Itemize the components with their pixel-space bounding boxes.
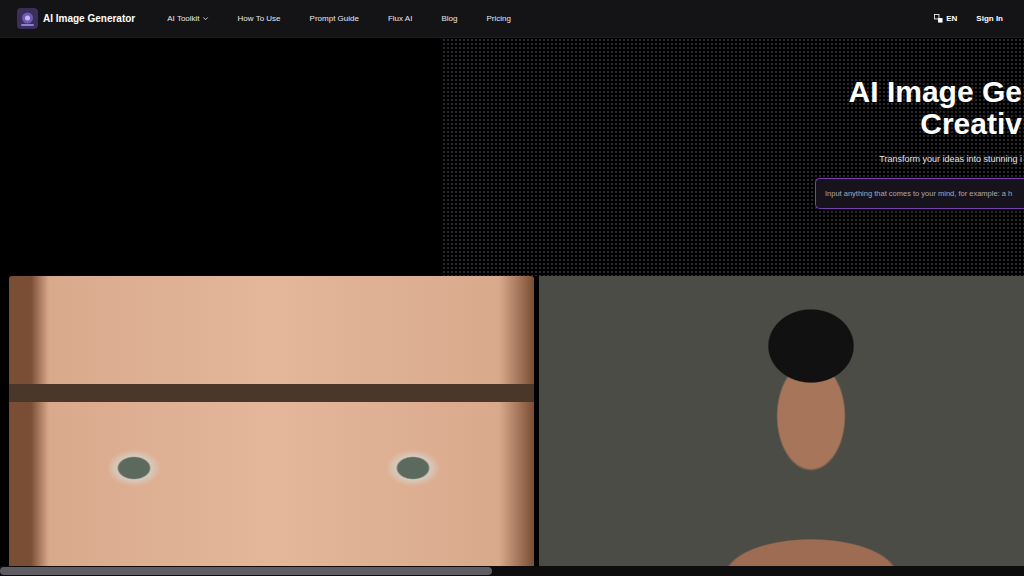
hero-title-line: Creativ (849, 108, 1022, 140)
nav-label[interactable]: How To Use (238, 14, 281, 23)
sign-in-button[interactable]: Sign In (976, 10, 1003, 27)
hero-title: AI Image GeCreativ (849, 76, 1024, 140)
top-nav: AI Image Generator AI Toolkit How To Use Pr… (0, 0, 1024, 38)
nav-label[interactable]: Prompt Guide (310, 14, 359, 23)
nav-label[interactable]: Pricing (486, 14, 510, 23)
nav-label[interactable]: Flux AI (388, 14, 412, 23)
nav-item[interactable]: Flux AI (388, 10, 412, 27)
nav-label[interactable]: Blog (441, 14, 457, 23)
nav-item[interactable]: How To Use (238, 10, 281, 27)
language-switch[interactable]: EN (934, 14, 957, 23)
logo-icon (17, 8, 38, 29)
hero-spacer (0, 38, 442, 276)
nav-menu: AI Toolkit How To Use Prompt Guide Flux AI B… (167, 10, 511, 27)
hero-content: AI Image GeCreativ Transform your ideas i… (442, 38, 1024, 276)
nav-item[interactable]: Prompt Guide (310, 10, 359, 27)
translate-icon (934, 14, 943, 23)
nav-item[interactable]: Pricing (486, 10, 510, 27)
gallery-photo[interactable] (539, 276, 1024, 566)
gallery (0, 276, 1024, 566)
prompt-box[interactable] (815, 178, 1024, 209)
language-label[interactable]: EN (946, 14, 957, 23)
nav-item[interactable]: Blog (441, 10, 457, 27)
hero-title-line: AI Image Ge (849, 76, 1022, 108)
chevron-down-icon (202, 15, 209, 22)
nav-item[interactable]: AI Toolkit (167, 10, 208, 27)
brand-title[interactable]: AI Image Generator (43, 13, 135, 24)
horizontal-scrollbar[interactable] (0, 566, 1024, 576)
brand[interactable]: AI Image Generator (17, 8, 135, 29)
hero-subtitle: Transform your ideas into stunning i (879, 154, 1024, 164)
nav-actions: EN Sign In (934, 10, 1003, 27)
hero: AI Image GeCreativ Transform your ideas i… (0, 38, 1024, 276)
nav-label[interactable]: AI Toolkit (167, 14, 199, 23)
gallery-photo[interactable] (9, 276, 534, 566)
prompt-input[interactable] (823, 188, 1024, 199)
scrollbar-thumb[interactable] (0, 567, 492, 575)
